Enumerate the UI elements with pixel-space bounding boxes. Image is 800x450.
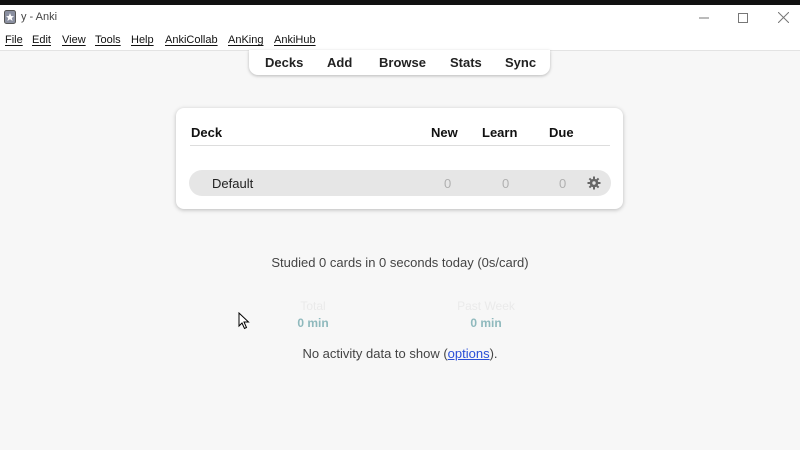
mouse-cursor-icon <box>238 312 250 330</box>
menu-edit[interactable]: Edit <box>32 34 51 46</box>
menu-ankihub[interactable]: AnkiHub <box>274 34 316 46</box>
no-activity-message: No activity data to show (options). <box>0 346 800 361</box>
deck-new-count: 0 <box>444 176 452 191</box>
main-toolbar: Decks Add Browse Stats Sync <box>249 50 550 75</box>
sync-button[interactable]: Sync <box>505 55 536 70</box>
decks-button[interactable]: Decks <box>265 55 303 70</box>
close-button[interactable] <box>763 5 800 30</box>
deck-row-default[interactable]: Default 0 0 0 <box>189 170 611 196</box>
window-title: y - Anki <box>21 11 58 23</box>
maximize-icon <box>738 12 748 23</box>
deck-due-count: 0 <box>559 176 567 191</box>
minimize-icon <box>699 17 709 18</box>
header-new: New <box>431 125 458 140</box>
menu-ankicollab[interactable]: AnkiCollab <box>165 34 218 46</box>
gear-icon[interactable] <box>587 176 601 190</box>
studied-summary: Studied 0 cards in 0 seconds today (0s/c… <box>271 255 529 270</box>
no-activity-prefix: No activity data to show ( <box>302 346 448 361</box>
browse-button[interactable]: Browse <box>379 55 426 70</box>
deck-list-panel: Deck New Learn Due Default 0 0 0 <box>176 108 623 209</box>
maximize-button[interactable] <box>723 5 763 30</box>
total-value: 0 min <box>297 316 329 330</box>
menu-view[interactable]: View <box>62 34 86 46</box>
total-label: Total <box>300 299 326 313</box>
title-bar: y - Anki <box>0 5 800 30</box>
header-divider <box>190 145 610 146</box>
add-button[interactable]: Add <box>327 55 352 70</box>
header-deck: Deck <box>191 125 223 140</box>
options-link[interactable]: options <box>448 346 490 361</box>
menu-file[interactable]: File <box>5 34 23 46</box>
menu-bar: File Edit View Tools Help AnkiCollab AnK… <box>0 30 800 51</box>
menu-anking[interactable]: AnKing <box>228 34 263 46</box>
stats-button[interactable]: Stats <box>450 55 482 70</box>
minimize-button[interactable] <box>684 5 724 30</box>
anki-app-icon <box>4 10 16 24</box>
no-activity-suffix: ). <box>489 346 498 361</box>
deck-learn-count: 0 <box>502 176 510 191</box>
menu-help[interactable]: Help <box>131 34 154 46</box>
header-learn: Learn <box>482 125 518 140</box>
past-week-value: 0 min <box>470 316 502 330</box>
header-due: Due <box>549 125 574 140</box>
close-icon <box>777 12 789 23</box>
deck-name[interactable]: Default <box>212 176 253 191</box>
menu-tools[interactable]: Tools <box>95 34 121 46</box>
past-week-label: Past Week <box>457 299 515 313</box>
